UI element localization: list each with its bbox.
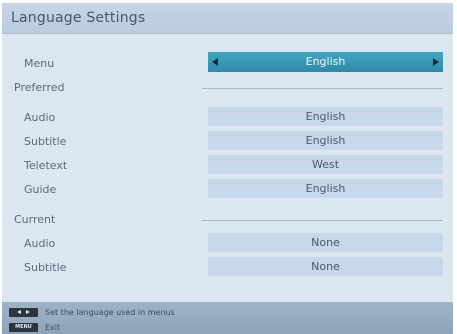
preferred-subtitle-selector[interactable]: English (208, 131, 443, 150)
current-audio-value: None (311, 236, 340, 249)
preferred-subtitle-label: Subtitle (24, 135, 67, 148)
current-subtitle-field: None (208, 257, 443, 276)
menu-language-label: Menu (24, 57, 55, 70)
current-heading: Current (14, 213, 56, 226)
left-arrow-icon[interactable] (212, 58, 218, 66)
current-divider (202, 220, 443, 221)
menu-language-value: English (305, 55, 346, 68)
preferred-guide-label: Guide (24, 183, 57, 196)
preferred-audio-selector[interactable]: English (208, 107, 443, 126)
preferred-heading: Preferred (14, 81, 65, 94)
navigate-hint: Set the language used in menus (45, 308, 175, 317)
menu-language-selector[interactable]: English (208, 52, 443, 72)
current-audio-label: Audio (24, 237, 56, 250)
preferred-teletext-selector[interactable]: West (208, 155, 443, 174)
menu-key-icon: MENU (9, 323, 38, 332)
current-audio-field: None (208, 233, 443, 252)
title-divider (2, 33, 453, 34)
preferred-guide-selector[interactable]: English (208, 179, 443, 198)
preferred-audio-value: English (305, 110, 346, 123)
preferred-teletext-label: Teletext (24, 159, 68, 172)
left-right-key-icon (9, 308, 38, 317)
key-right-arrow-icon (26, 310, 30, 314)
current-subtitle-label: Subtitle (24, 261, 67, 274)
right-arrow-icon[interactable] (433, 58, 439, 66)
current-subtitle-value: None (311, 260, 340, 273)
language-settings-screen: Language Settings Menu English Preferred… (2, 3, 453, 334)
preferred-divider (202, 88, 443, 89)
key-left-arrow-icon (17, 310, 21, 314)
preferred-subtitle-value: English (305, 134, 346, 147)
exit-hint: Exit (45, 323, 61, 332)
page-title: Language Settings (11, 10, 146, 26)
title-bar: Language Settings (2, 3, 453, 33)
help-bar: Set the language used in menus MENU Exit (2, 302, 453, 334)
preferred-teletext-value: West (311, 158, 340, 171)
preferred-guide-value: English (305, 182, 346, 195)
preferred-audio-label: Audio (24, 111, 56, 124)
